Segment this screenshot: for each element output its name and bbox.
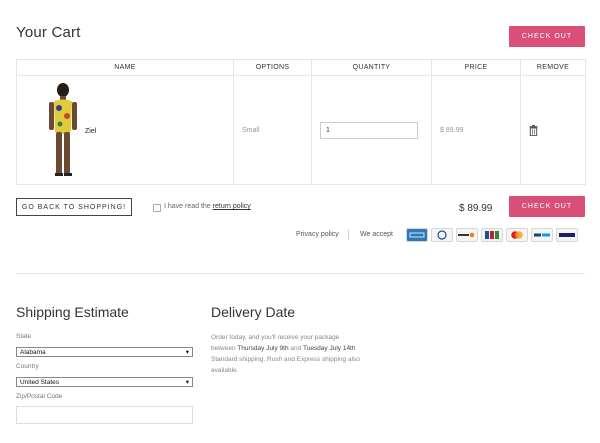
country-select[interactable]: United States ▾ (16, 377, 193, 387)
delivery-info: Order today, and you'll receive your pac… (211, 332, 401, 376)
section-divider (16, 273, 585, 274)
jcb-icon (481, 228, 503, 242)
column-header-price: PRICE (431, 59, 521, 76)
quantity-input[interactable] (320, 121, 418, 139)
delivery-line-2: between Thursday July 9th and Tuesday Ju… (211, 345, 356, 352)
diners-icon (431, 228, 453, 242)
country-select-value: United States (20, 378, 60, 386)
delivery-start-date: Thursday July 9th (237, 345, 289, 352)
zip-label: Zip/Postal Code (16, 393, 63, 400)
delivery-date-title: Delivery Date (211, 304, 296, 320)
policy-prefix: I have read the (164, 203, 211, 210)
column-header-options: OPTIONS (233, 59, 312, 76)
zip-input[interactable] (16, 406, 193, 424)
state-label: State (16, 333, 32, 340)
amex-icon (406, 228, 428, 242)
return-policy-link[interactable]: return policy (213, 203, 251, 210)
paypal-icon (531, 228, 553, 242)
column-header-quantity: QUANTITY (311, 59, 432, 76)
trash-icon[interactable] (529, 124, 538, 136)
checkout-button-bottom[interactable]: CHECK OUT (509, 196, 585, 217)
column-header-remove: REMOVE (520, 59, 586, 76)
column-header-name: NAME (16, 59, 234, 76)
return-policy-checkbox[interactable] (153, 204, 161, 212)
country-label: Country (16, 363, 39, 370)
state-select-value: Alabama (20, 348, 46, 356)
page-title: Your Cart (16, 24, 81, 41)
we-accept-label: We accept (360, 231, 393, 238)
privacy-policy-link[interactable]: Privacy policy (296, 231, 339, 238)
product-name[interactable]: Ziel (85, 128, 96, 135)
chevron-down-icon: ▾ (185, 349, 189, 356)
product-image[interactable] (43, 82, 83, 178)
checkout-button-top[interactable]: CHECK OUT (509, 26, 585, 47)
product-cell: Ziel (16, 75, 234, 185)
state-select[interactable]: Alabama ▾ (16, 347, 193, 357)
option-cell: Small (233, 75, 312, 185)
quantity-cell (311, 75, 432, 185)
divider (348, 230, 349, 240)
discover-icon (456, 228, 478, 242)
back-to-shopping-button[interactable]: GO BACK TO SHOPPING! (16, 198, 132, 216)
return-policy-label: I have read the return policy (164, 203, 251, 210)
delivery-line-3: Standard shipping. Rush and Express ship… (211, 356, 360, 363)
table-row: Ziel Small $ 89.99 (16, 75, 586, 185)
delivery-end-date: Tuesday July 14th (302, 345, 356, 352)
payment-methods (406, 228, 578, 242)
table-header-row: NAME OPTIONS QUANTITY PRICE REMOVE (16, 59, 586, 76)
cart-table: NAME OPTIONS QUANTITY PRICE REMOVE Ziel (16, 59, 586, 185)
remove-cell (520, 75, 586, 185)
shipping-estimate-title: Shipping Estimate (16, 304, 129, 320)
price-cell: $ 89.99 (431, 75, 521, 185)
mastercard-icon (506, 228, 528, 242)
visa-icon (556, 228, 578, 242)
delivery-line-4: available. (211, 367, 239, 374)
delivery-line-1: Order today, and you'll receive your pac… (211, 334, 340, 341)
cart-total: $ 89.99 (459, 203, 493, 214)
chevron-down-icon: ▾ (185, 379, 189, 386)
